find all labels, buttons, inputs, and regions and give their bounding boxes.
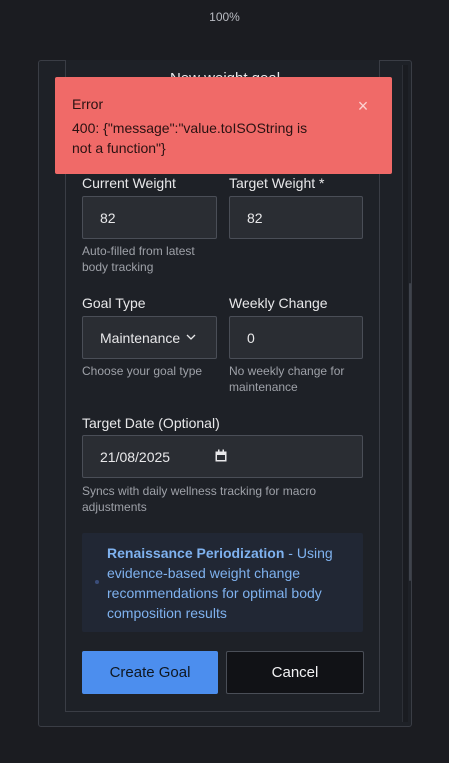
goal-type-value: Maintenance	[100, 329, 181, 346]
target-date-input[interactable]: 21/08/2025	[82, 435, 363, 478]
scrollbar-track[interactable]	[402, 65, 408, 722]
current-weight-label: Current Weight	[82, 175, 176, 191]
info-box: Renaissance Periodization - Using eviden…	[82, 533, 363, 632]
toast-message: 400: {"message":"value.toISOString is no…	[72, 120, 308, 156]
target-weight-label: Target Weight *	[229, 175, 325, 191]
current-weight-input[interactable]: 82	[82, 196, 217, 239]
weekly-change-help: No weekly change for maintenance	[229, 364, 345, 394]
weekly-change-value: 0	[247, 329, 255, 346]
target-weight-input[interactable]: 82	[229, 196, 363, 239]
scrollbar-thumb[interactable]	[409, 283, 411, 581]
zoom-level: 100%	[209, 10, 240, 24]
weekly-change-label: Weekly Change	[229, 295, 328, 311]
target-date-label: Target Date (Optional)	[82, 415, 220, 431]
error-toast: Error 400: {"message":"value.toISOString…	[55, 77, 392, 174]
close-icon[interactable]: ×	[356, 97, 370, 115]
goal-type-select[interactable]: Maintenance	[82, 316, 217, 359]
target-weight-value: 82	[247, 209, 263, 226]
info-title: Renaissance Periodization	[107, 545, 285, 561]
goal-type-label: Goal Type	[82, 295, 146, 311]
target-date-help: Syncs with daily wellness tracking for m…	[82, 484, 317, 514]
current-weight-value: 82	[100, 209, 116, 226]
create-goal-button[interactable]: Create Goal	[82, 651, 218, 694]
info-dot-icon	[95, 580, 99, 584]
chevron-down-icon	[186, 334, 196, 340]
goal-type-help: Choose your goal type	[82, 364, 203, 378]
calendar-icon[interactable]	[214, 449, 228, 463]
cancel-button[interactable]: Cancel	[226, 651, 364, 694]
weekly-change-input[interactable]: 0	[229, 316, 363, 359]
target-date-value: 21/08/2025	[100, 448, 171, 465]
toast-title: Error	[72, 96, 104, 112]
current-weight-help: Auto-filled from latest body tracking	[82, 244, 195, 274]
